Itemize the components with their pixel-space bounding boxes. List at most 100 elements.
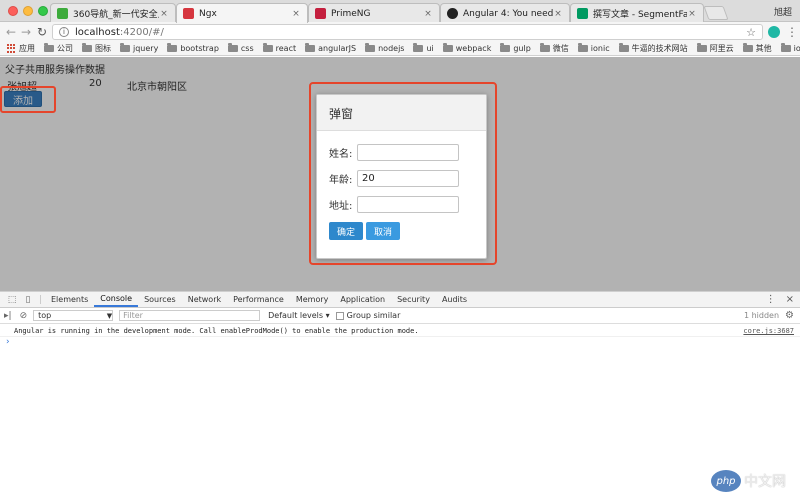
bookmark-folder[interactable]: webpack: [442, 43, 492, 53]
bookmark-folder[interactable]: 其他: [742, 43, 772, 54]
address-bar[interactable]: i localhost:4200/#/ ☆: [52, 24, 763, 40]
clear-console-icon[interactable]: ⊘: [20, 311, 28, 321]
browser-tab-ngx[interactable]: Ngx ×: [176, 3, 308, 23]
bookmark-label: gulp: [513, 44, 531, 53]
bookmark-folder[interactable]: 公司: [44, 43, 73, 54]
bookmark-folder[interactable]: gulp: [500, 43, 531, 53]
devtools-right-controls: ⋮ ×: [766, 292, 800, 307]
bookmark-folder[interactable]: nodejs: [365, 43, 404, 53]
primeng-favicon-icon: [315, 8, 326, 19]
bookmark-folder[interactable]: 牛逼的技术网站: [618, 43, 688, 54]
bookmark-folder[interactable]: ionic3: [780, 43, 800, 53]
folder-icon: [442, 43, 453, 52]
browser-tab-primeng[interactable]: PrimeNG ×: [308, 3, 440, 23]
context-select[interactable]: top ▼: [33, 310, 114, 321]
back-arrow-icon[interactable]: ←: [4, 24, 18, 40]
devtools-tab-memory[interactable]: Memory: [290, 292, 335, 307]
angular-favicon-icon: [183, 8, 194, 19]
close-window-button[interactable]: [8, 6, 18, 16]
devtools-tab-performance[interactable]: Performance: [227, 292, 290, 307]
url-text[interactable]: localhost:4200/#/: [75, 27, 746, 38]
bookmark-label: 图标: [95, 44, 111, 53]
console-prompt[interactable]: ›: [0, 337, 800, 347]
folder-icon: [82, 43, 92, 52]
apps-grid-icon: [7, 44, 16, 53]
tab-close-icon[interactable]: ×: [687, 9, 697, 19]
folder-icon: [500, 43, 511, 52]
devtools-tab-security[interactable]: Security: [391, 292, 436, 307]
devtools-tab-application[interactable]: Application: [334, 292, 391, 307]
devtools-tab-elements[interactable]: Elements: [45, 292, 94, 307]
php-logo-icon: php: [711, 470, 741, 492]
bookmark-label: ionic: [590, 44, 610, 53]
group-similar-label: Group similar: [346, 311, 401, 320]
bookmark-folder[interactable]: css: [227, 43, 254, 53]
bookmark-label: 牛逼的技术网站: [631, 44, 688, 53]
tab-title: Ngx: [199, 8, 217, 19]
bookmark-folder[interactable]: ui: [413, 43, 434, 53]
profile-name[interactable]: 旭超: [774, 5, 792, 18]
tab-close-icon[interactable]: ×: [291, 9, 301, 19]
folder-icon: [696, 43, 707, 52]
folder-icon: [167, 43, 178, 52]
url-host: localhost: [75, 26, 120, 38]
minimize-window-button[interactable]: [23, 6, 33, 16]
context-value: top: [38, 311, 52, 320]
browser-tab-github[interactable]: Angular 4: You need to import ×: [440, 3, 570, 23]
dropdown-arrow-icon: ▼: [106, 311, 113, 320]
devtools-close-icon[interactable]: ×: [786, 294, 794, 305]
browser-tab-360[interactable]: 360导航_新一代安全上网导航 ×: [50, 3, 176, 23]
device-toolbar-icon[interactable]: ▯: [20, 292, 36, 307]
bookmark-folder[interactable]: 微信: [539, 43, 569, 54]
group-similar-checkbox[interactable]: [335, 311, 344, 320]
folder-icon: [120, 43, 130, 52]
folder-icon: [44, 43, 54, 52]
filter-input[interactable]: Filter: [119, 310, 261, 321]
log-source-link[interactable]: core.js:3687: [743, 327, 794, 335]
segmentfault-favicon-icon: [577, 8, 588, 19]
console-settings-icon[interactable]: ⚙: [785, 310, 800, 321]
console-sidebar-icon[interactable]: ▸|: [4, 311, 12, 321]
tab-title: Angular 4: You need to import: [463, 8, 553, 19]
tab-title: 撰写文章 - SegmentFault 思否: [593, 10, 687, 20]
new-tab-button[interactable]: [703, 6, 729, 20]
bookmark-folder[interactable]: react: [262, 43, 296, 53]
bookmark-label: 应用: [19, 44, 35, 53]
tab-close-icon[interactable]: ×: [423, 9, 433, 19]
devtools-tab-audits[interactable]: Audits: [436, 292, 473, 307]
bookmark-label: ui: [426, 44, 434, 53]
maximize-window-button[interactable]: [38, 6, 48, 16]
tab-close-icon[interactable]: ×: [553, 9, 563, 19]
folder-icon: [577, 43, 588, 52]
bookmark-apps[interactable]: 应用: [7, 43, 35, 54]
devtools-panel: ⬚ ▯ Elements Console Sources Network Per…: [0, 291, 800, 504]
bookmark-folder[interactable]: 阿里云: [696, 43, 734, 54]
bookmark-folder[interactable]: jquery: [120, 43, 158, 53]
tab-title: PrimeNG: [331, 8, 371, 19]
forward-arrow-icon[interactable]: →: [19, 24, 33, 40]
devtools-tab-console[interactable]: Console: [94, 292, 139, 307]
levels-select[interactable]: Default levels ▾: [268, 311, 330, 320]
bookmark-label: bootstrap: [180, 44, 219, 53]
browser-menu-icon[interactable]: ⋮: [786, 24, 798, 40]
devtools-tab-sources[interactable]: Sources: [138, 292, 182, 307]
hidden-count: 1 hidden: [743, 311, 780, 320]
inspect-element-icon[interactable]: ⬚: [4, 292, 20, 307]
browser-tab-segmentfault[interactable]: 撰写文章 - SegmentFault 思否 ×: [570, 3, 704, 23]
bookmark-folder[interactable]: bootstrap: [167, 43, 219, 53]
devtools-menu-icon[interactable]: ⋮: [766, 294, 776, 305]
site-watermark: php 中文网: [711, 470, 786, 492]
browser-tabstrip: 360导航_新一代安全上网导航 × Ngx × PrimeNG × Angula…: [0, 0, 800, 23]
extension-icon[interactable]: [768, 26, 780, 38]
github-favicon-icon: [447, 8, 458, 19]
bookmark-label: 阿里云: [709, 44, 734, 53]
info-icon[interactable]: i: [59, 27, 69, 37]
tab-close-icon[interactable]: ×: [159, 9, 169, 19]
bookmark-label: webpack: [455, 44, 492, 53]
bookmark-folder[interactable]: angularJS: [305, 43, 356, 53]
bookmark-star-icon[interactable]: ☆: [746, 26, 756, 39]
bookmark-folder[interactable]: 图标: [82, 43, 111, 54]
reload-icon[interactable]: ↻: [35, 24, 49, 40]
bookmark-folder[interactable]: ionic: [577, 43, 610, 53]
devtools-tab-network[interactable]: Network: [182, 292, 227, 307]
